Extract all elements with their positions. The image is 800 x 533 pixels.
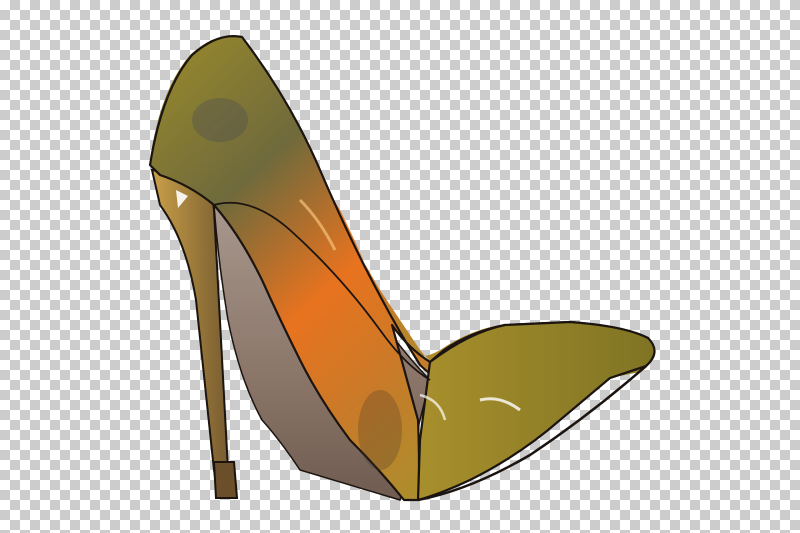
high-heel-shoe-illustration — [148, 35, 656, 502]
transparent-checkerboard-canvas — [0, 0, 800, 533]
heel-tip — [212, 461, 239, 499]
watercolor-shadow — [358, 390, 402, 470]
pointed-toe — [416, 320, 656, 502]
watercolor-shadow — [192, 98, 248, 142]
